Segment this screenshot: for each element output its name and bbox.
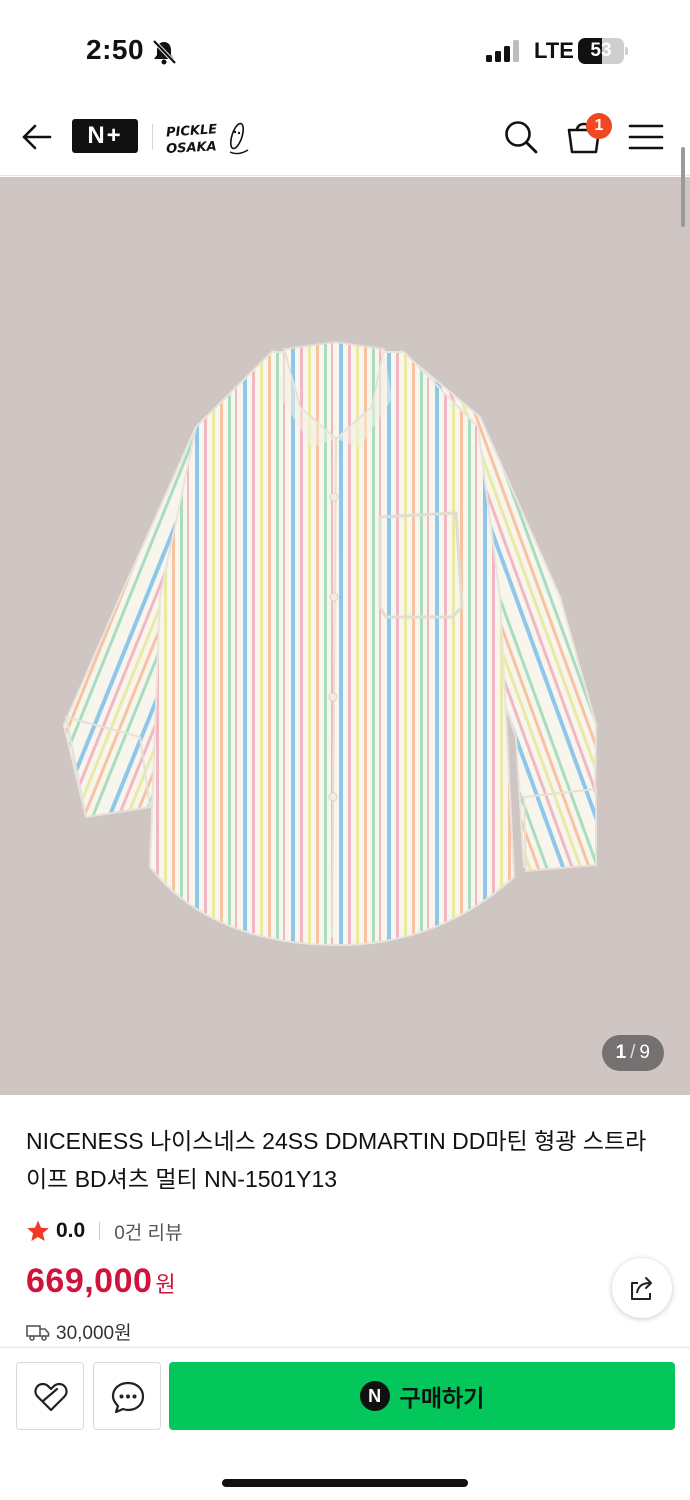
delivery-truck-icon: [26, 1324, 50, 1341]
battery-icon: 53: [578, 38, 628, 64]
back-arrow-icon[interactable]: [20, 120, 54, 154]
price-currency: 원: [155, 1272, 176, 1297]
bottom-action-bar: N 구매하기: [0, 1347, 690, 1500]
image-counter-separator: /: [630, 1042, 636, 1063]
product-image-gallery[interactable]: 1/9: [0, 177, 690, 1095]
star-icon: [27, 1220, 49, 1241]
share-icon: [631, 1277, 652, 1300]
search-icon[interactable]: [502, 118, 540, 156]
brand-logo-line-2: OSAKA: [166, 139, 217, 157]
nplus-store-logo[interactable]: N+: [72, 119, 138, 153]
cart-count-badge: 1: [586, 113, 612, 139]
status-bar: 2:50 LTE 53: [0, 0, 690, 100]
product-title: NICENESS 나이스네스 24SS DDMARTIN DD마틴 형광 스트라…: [26, 1128, 647, 1192]
buy-button-label: 구매하기: [399, 1385, 485, 1411]
rating-divider: [99, 1222, 101, 1240]
talk-talk-button[interactable]: [93, 1362, 161, 1430]
rating-row[interactable]: 0.0 0건 리뷰: [26, 1216, 183, 1246]
rating-score: 0.0: [56, 1219, 86, 1242]
image-counter-current: 1: [615, 1042, 627, 1063]
share-button[interactable]: [612, 1258, 672, 1318]
product-page: 2:50 LTE 53 N+ PICKLE OSAKA 1 1 / 9 NICE…: [0, 0, 690, 1500]
page-scrollbar[interactable]: [681, 147, 685, 227]
home-indicator[interactable]: [222, 1479, 468, 1487]
wishlist-button[interactable]: [16, 1362, 84, 1430]
battery-level: 53: [590, 40, 612, 61]
header-divider: [152, 124, 153, 150]
npay-icon: N: [359, 1381, 390, 1411]
chat-bubble-icon: [111, 1381, 145, 1414]
bell-muted-icon: [152, 39, 177, 65]
brand-logo-line-1: PICKLE: [166, 122, 218, 141]
status-time: 2:50: [86, 34, 145, 65]
cell-signal-icon: [486, 40, 519, 62]
image-counter: 1/9: [601, 1035, 664, 1071]
hamburger-menu-icon[interactable]: [628, 120, 664, 154]
network-type: LTE: [534, 38, 574, 63]
shipping-fee: 30,000원: [56, 1323, 132, 1344]
striped-shirt-image: [62, 340, 598, 947]
top-header: N+ PICKLE OSAKA 1: [0, 100, 690, 176]
image-counter-total: 9: [639, 1042, 650, 1063]
pickle-osaka-logo[interactable]: PICKLE OSAKA: [164, 116, 250, 160]
product-price: 669,000: [26, 1262, 153, 1300]
review-count-link[interactable]: 0건 리뷰: [114, 1218, 182, 1245]
heart-icon: [34, 1382, 68, 1412]
buy-button[interactable]: N 구매하기: [169, 1362, 675, 1430]
price-row: 669,000 원: [26, 1262, 176, 1301]
shipping-row: 30,000원: [26, 1318, 132, 1345]
